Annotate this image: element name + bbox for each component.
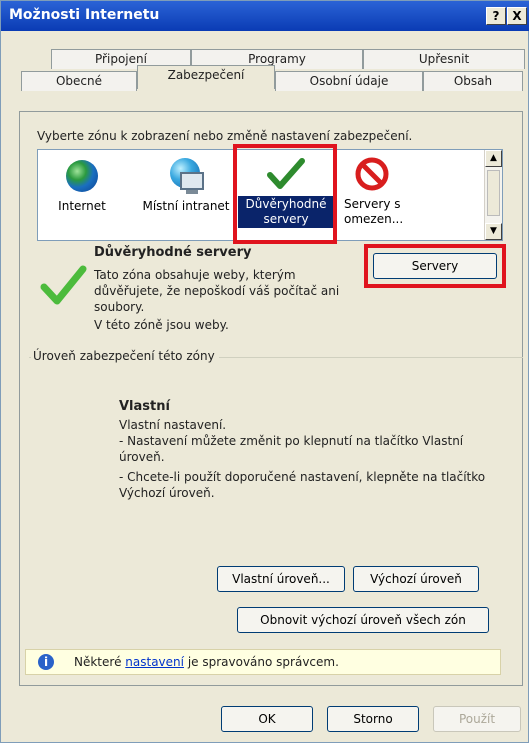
checkmark-icon — [267, 158, 305, 189]
zone-label: Místní intranet — [142, 199, 230, 213]
zone-list[interactable]: Internet Místní intranet Důvěryhodné ser… — [37, 149, 503, 241]
tab-zabezpeceni[interactable]: Zabezpečení — [137, 65, 275, 89]
zone-trusted-sites[interactable]: Důvěryhodné servery — [238, 152, 334, 228]
zone-restricted-sites[interactable]: Servery s omezen... — [342, 152, 432, 228]
window-title: Možnosti Internetu — [9, 7, 160, 23]
info-icon: i — [38, 654, 54, 670]
zone-label: Servery s omezen... — [344, 197, 404, 226]
notice-prefix: Některé — [74, 655, 122, 669]
globe-icon — [66, 160, 98, 192]
globe-computer-icon — [166, 158, 206, 196]
admin-notice-bar: i Některé nastavení je spravováno správc… — [25, 649, 501, 675]
security-level-group-label: Úroveň zabezpečení této zóny — [31, 349, 219, 363]
zone-status: V této zóně jsou weby. — [94, 318, 229, 332]
zone-label: Důvěryhodné servery — [238, 196, 334, 228]
cancel-button[interactable]: Storno — [327, 706, 419, 732]
level-detail-2: - Nastavení můžete změnit po klepnutí na… — [119, 434, 464, 464]
help-button[interactable]: ? — [486, 7, 506, 25]
no-entry-icon — [355, 157, 389, 191]
tab-upresnit[interactable]: Upřesnit — [363, 49, 525, 69]
zone-label: Internet — [58, 199, 106, 213]
tab-obsah[interactable]: Obsah — [423, 71, 523, 91]
scroll-up-icon[interactable]: ▲ — [485, 150, 502, 167]
reset-all-zones-button[interactable]: Obnovit výchozí úroveň všech zón — [237, 607, 489, 633]
level-detail-1: Vlastní nastavení. — [119, 418, 227, 432]
level-title: Vlastní — [119, 399, 170, 414]
level-detail-3: - Chcete-li použít doporučené nastavení,… — [119, 470, 486, 500]
scroll-down-icon[interactable]: ▼ — [485, 223, 502, 240]
notice-suffix: je spravováno správcem. — [187, 655, 339, 669]
tab-obecne[interactable]: Obecné — [21, 71, 137, 91]
zone-title: Důvěryhodné servery — [94, 245, 252, 260]
scroll-thumb[interactable] — [487, 170, 500, 216]
apply-button[interactable]: Použít — [433, 706, 521, 732]
notice-text: Některé nastavení je spravováno správcem… — [74, 654, 339, 670]
zone-list-scrollbar[interactable]: ▲ ▼ — [484, 150, 502, 240]
notice-settings-link[interactable]: nastavení — [125, 655, 184, 669]
zone-local-intranet[interactable]: Místní intranet — [136, 152, 236, 215]
checkmark-icon — [40, 265, 87, 305]
custom-level-button[interactable]: Vlastní úroveň... — [217, 566, 345, 592]
ok-button[interactable]: OK — [221, 706, 313, 732]
zone-description: Tato zóna obsahuje weby, kterým důvěřuje… — [94, 268, 340, 314]
internet-options-dialog: Možnosti Internetu ? X Připojení Program… — [0, 0, 529, 743]
zone-internet[interactable]: Internet — [44, 152, 120, 215]
tab-osobni-udaje[interactable]: Osobní údaje — [275, 71, 423, 91]
zone-instruction: Vyberte zónu k zobrazení nebo změně nast… — [37, 129, 413, 143]
default-level-button[interactable]: Výchozí úroveň — [353, 566, 479, 592]
close-button[interactable]: X — [507, 7, 527, 25]
title-bar: Možnosti Internetu ? X — [1, 1, 529, 31]
servers-button[interactable]: Servery — [373, 253, 497, 279]
